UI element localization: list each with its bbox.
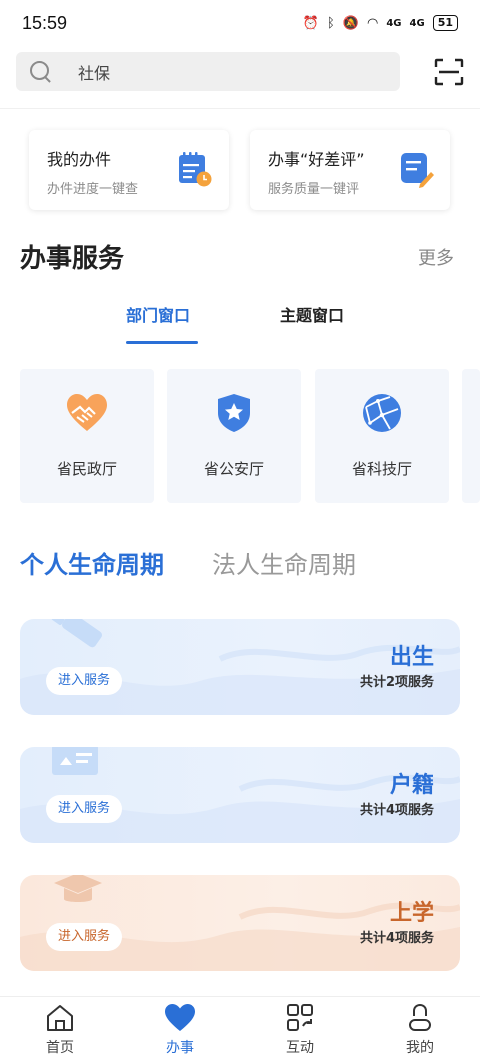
enter-service-button[interactable]: 进入服务 <box>46 795 123 823</box>
alarm-icon: ⏰ <box>302 15 319 31</box>
mute-icon: 🔕 <box>342 15 359 31</box>
more-link[interactable]: 更多 <box>418 244 454 270</box>
tab-theme-window[interactable]: 主题窗口 <box>280 302 344 326</box>
department-label: 省科技厅 <box>351 460 412 478</box>
heart-icon <box>165 1004 195 1031</box>
department-tile[interactable]: 省科技厅 <box>315 369 449 503</box>
department-label: 省公安厅 <box>203 460 264 478</box>
user-icon <box>409 1003 431 1031</box>
nav-label: 我的 <box>406 1040 434 1056</box>
nav-item-interact[interactable]: 互动 <box>260 1003 340 1057</box>
signal-icon: 4G <box>386 17 402 29</box>
nav-label: 办事 <box>166 1040 194 1056</box>
status-icons: ⏰ ᛒ 🔕 ◠ 4G 4G 51 <box>303 15 458 31</box>
service-title: 户籍 <box>389 773 434 798</box>
department-tile-partial[interactable] <box>462 369 480 503</box>
home-icon <box>47 1005 73 1031</box>
tab-underline <box>126 341 198 344</box>
wifi-icon: ◠ <box>367 15 379 31</box>
nav-item-services[interactable]: 办事 <box>140 1003 220 1057</box>
heart-hands-icon <box>67 394 107 431</box>
my-cases-card[interactable]: 我的办件 办件进度一键查 <box>29 130 229 210</box>
tab-department-window[interactable]: 部门窗口 <box>126 302 190 326</box>
interact-icon <box>287 1004 313 1031</box>
nav-item-home[interactable]: 首页 <box>20 1003 100 1057</box>
department-tile[interactable]: 省民政厅 <box>20 369 154 503</box>
battery-icon: 51 <box>432 15 458 31</box>
service-count: 共计4项服务 <box>359 803 434 818</box>
service-card[interactable]: 上学 共计4项服务 进入服务 <box>20 875 460 971</box>
document-edit-icon <box>401 153 434 188</box>
status-bar: 15:59 ⏰ ᛒ 🔕 ◠ 4G 4G 51 <box>0 0 480 46</box>
service-card[interactable]: 出生 共计2项服务 进入服务 <box>20 619 460 715</box>
scan-icon[interactable] <box>434 58 464 86</box>
signal-icon: 4G <box>409 17 425 29</box>
search-icon <box>26 52 66 91</box>
bluetooth-icon: ᛒ <box>327 15 335 31</box>
service-count: 共计2项服务 <box>359 675 434 690</box>
department-label: 省民政厅 <box>56 460 117 478</box>
service-title: 上学 <box>389 901 434 926</box>
tab-corporate-lifecycle[interactable]: 法人生命周期 <box>212 545 356 580</box>
graduation-cap-icon <box>54 875 102 902</box>
divider <box>0 108 480 109</box>
department-tabs: 部门窗口 主题窗口 <box>0 302 480 346</box>
bottom-nav: 首页 办事 互动 我的 <box>0 996 480 1058</box>
nav-label: 首页 <box>46 1040 74 1056</box>
globe-network-icon <box>363 394 401 432</box>
calendar-clock-icon <box>179 152 212 187</box>
search-row: 社保 <box>0 52 480 92</box>
service-card[interactable]: 户籍 共计4项服务 进入服务 <box>20 747 460 843</box>
search-placeholder: 社保 <box>78 63 111 83</box>
status-time: 15:59 <box>22 12 68 33</box>
baby-bottle-icon <box>51 619 102 648</box>
id-card-icon <box>52 747 98 775</box>
service-count: 共计4项服务 <box>359 931 434 946</box>
tab-personal-lifecycle[interactable]: 个人生命周期 <box>20 545 164 580</box>
department-tile[interactable]: 省公安厅 <box>167 369 301 503</box>
nav-item-profile[interactable]: 我的 <box>380 1003 460 1057</box>
enter-service-button[interactable]: 进入服务 <box>46 667 123 695</box>
search-input[interactable]: 社保 <box>16 52 400 91</box>
service-title: 出生 <box>389 645 434 670</box>
enter-service-button[interactable]: 进入服务 <box>46 923 123 951</box>
section-title: 办事服务 <box>20 244 125 274</box>
nav-label: 互动 <box>286 1040 314 1056</box>
feedback-card[interactable]: 办事“好差评” 服务质量一键评 <box>250 130 450 210</box>
police-shield-icon <box>218 394 250 432</box>
